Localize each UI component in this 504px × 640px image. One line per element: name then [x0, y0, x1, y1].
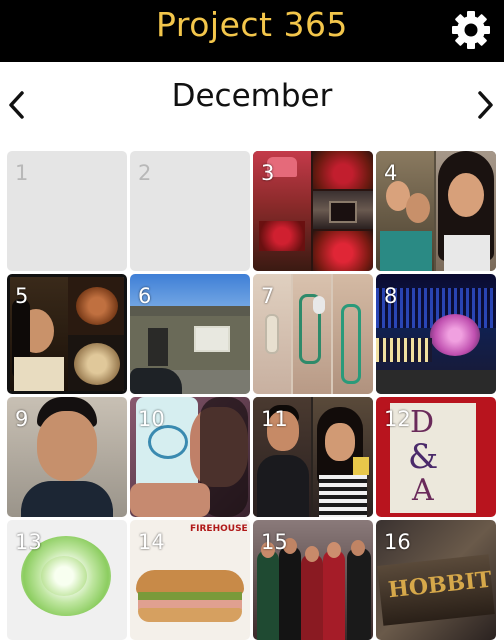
day-number: 10 — [138, 407, 165, 431]
day-number: 2 — [138, 161, 152, 185]
day-number: 4 — [384, 161, 398, 185]
day-number: 13 — [15, 530, 42, 554]
day-cell[interactable]: HOBBIT 16 — [376, 520, 496, 640]
day-number: 12 — [384, 407, 411, 431]
day-number: 16 — [384, 530, 411, 554]
gear-icon[interactable] — [450, 9, 492, 51]
top-bar: Project 365 — [0, 0, 504, 62]
day-number: 9 — [15, 407, 29, 431]
sign-letter: D — [410, 405, 435, 440]
day-cell[interactable]: 2 — [130, 151, 250, 271]
day-number: 15 — [261, 530, 288, 554]
sign-letter: A — [412, 473, 434, 508]
day-cell[interactable]: 9 — [7, 397, 127, 517]
day-cell[interactable]: 3 — [253, 151, 373, 271]
day-number: 11 — [261, 407, 288, 431]
day-cell[interactable]: FIREHOUSE 14 — [130, 520, 250, 640]
day-cell[interactable]: 8 — [376, 274, 496, 394]
day-number: 6 — [138, 284, 152, 308]
day-number: 3 — [261, 161, 275, 185]
day-cell[interactable]: 1 — [7, 151, 127, 271]
day-cell[interactable]: D & A 12 — [376, 397, 496, 517]
day-number: 7 — [261, 284, 275, 308]
month-title: December — [171, 78, 333, 114]
app-title: Project 365 — [156, 5, 348, 44]
day-cell[interactable]: 5 — [7, 274, 127, 394]
calendar-grid: 1 2 3 4 5 6 7 8 9 10 11 D & A 12 13 FIRE… — [0, 146, 504, 640]
day-cell[interactable]: 4 — [376, 151, 496, 271]
day-number: 1 — [15, 161, 29, 185]
sign-ampersand: & — [408, 437, 439, 477]
day-cell[interactable]: 7 — [253, 274, 373, 394]
chevron-right-icon[interactable] — [474, 90, 496, 120]
day-cell[interactable]: 6 — [130, 274, 250, 394]
day-cell[interactable]: 11 — [253, 397, 373, 517]
day-number: 5 — [15, 284, 29, 308]
day-number: 8 — [384, 284, 398, 308]
month-header: December — [0, 62, 504, 146]
day-cell[interactable]: 10 — [130, 397, 250, 517]
day-number: 14 — [138, 530, 165, 554]
photo-logo-text: FIREHOUSE — [190, 524, 248, 534]
day-cell[interactable]: 15 — [253, 520, 373, 640]
day-cell[interactable]: 13 — [7, 520, 127, 640]
